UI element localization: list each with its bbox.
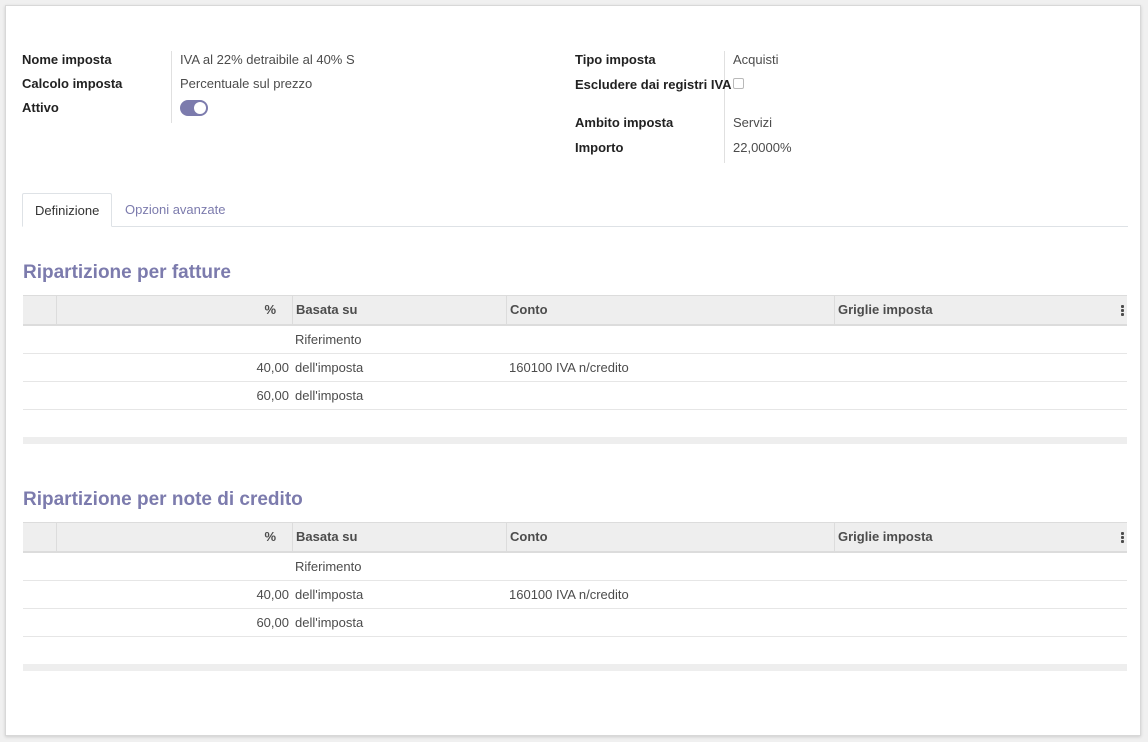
field-amount[interactable]: Importo 22,0000% xyxy=(575,139,792,163)
optional-columns-icon[interactable] xyxy=(1121,305,1124,317)
left-field-group: Nome imposta IVA al 22% detraibile al 40… xyxy=(22,51,355,123)
table-footer xyxy=(23,410,1127,444)
cell-percent xyxy=(57,326,289,353)
cell-based-on: dell'imposta xyxy=(295,388,364,403)
invoice-repartition-table: % Basata su Conto Griglie imposta Riferi… xyxy=(23,295,1127,444)
cell-based-on: dell'imposta xyxy=(295,587,364,602)
field-label: Ambito imposta xyxy=(575,115,674,130)
credit-note-repartition-table: % Basata su Conto Griglie imposta Riferi… xyxy=(23,522,1127,671)
exclude-checkbox[interactable] xyxy=(733,78,744,89)
table-row[interactable]: Riferimento xyxy=(23,326,1127,354)
tax-scope-value[interactable]: Servizi xyxy=(733,114,772,139)
notebook-tabs: Definizione Opzioni avanzate xyxy=(22,193,1128,227)
cell-percent xyxy=(57,553,289,580)
tax-computation-value[interactable]: Percentuale sul prezzo xyxy=(180,75,312,99)
tax-type-value[interactable]: Acquisti xyxy=(733,51,779,75)
field-active: Attivo xyxy=(22,99,355,123)
tax-name-value[interactable]: IVA al 22% detraibile al 40% S xyxy=(180,51,355,75)
header-based-on[interactable]: Basata su xyxy=(292,523,506,551)
header-based-on[interactable]: Basata su xyxy=(292,296,506,324)
cell-based-on: Riferimento xyxy=(295,559,362,574)
header-tax-grids[interactable]: Griglie imposta xyxy=(834,296,1127,324)
table-row[interactable]: 40,00 dell'imposta 160100 IVA n/credito xyxy=(23,354,1127,382)
table-row[interactable]: 60,00 dell'imposta xyxy=(23,609,1127,637)
active-toggle-wrap xyxy=(180,99,208,123)
table-row[interactable]: 40,00 dell'imposta 160100 IVA n/credito xyxy=(23,581,1127,609)
header-account[interactable]: Conto xyxy=(506,296,834,324)
field-label: Importo xyxy=(575,140,624,155)
cell-account: 160100 IVA n/credito xyxy=(509,587,629,602)
field-exclude-vat-registers: Escludere dai registri IVA xyxy=(575,75,792,114)
cell-account: 160100 IVA n/credito xyxy=(509,360,629,375)
field-label: Escludere dai registri IVA xyxy=(575,77,732,92)
active-toggle[interactable] xyxy=(180,100,208,116)
exclude-checkbox-wrap xyxy=(733,75,744,114)
header-handle-cell xyxy=(23,523,57,551)
section-title-credit-notes: Ripartizione per note di credito xyxy=(23,489,303,510)
table-row[interactable]: Riferimento xyxy=(23,553,1127,581)
cell-percent: 40,00 xyxy=(256,360,289,375)
field-tax-type[interactable]: Tipo imposta Acquisti xyxy=(575,51,792,75)
tab-definition[interactable]: Definizione xyxy=(22,193,112,227)
form-sheet: Nome imposta IVA al 22% detraibile al 40… xyxy=(5,5,1141,736)
header-percent[interactable]: % xyxy=(56,523,292,551)
field-tax-name[interactable]: Nome imposta IVA al 22% detraibile al 40… xyxy=(22,51,355,75)
right-field-group: Tipo imposta Acquisti Escludere dai regi… xyxy=(575,51,792,163)
amount-value[interactable]: 22,0000% xyxy=(733,139,792,163)
header-percent[interactable]: % xyxy=(56,296,292,324)
cell-percent: 60,00 xyxy=(256,388,289,403)
table-footer xyxy=(23,637,1127,671)
optional-columns-icon[interactable] xyxy=(1121,532,1124,544)
header-handle-cell xyxy=(23,296,57,324)
field-tax-computation[interactable]: Calcolo imposta Percentuale sul prezzo xyxy=(22,75,355,99)
cell-percent: 40,00 xyxy=(256,587,289,602)
table-row[interactable]: 60,00 dell'imposta xyxy=(23,382,1127,410)
cell-based-on: dell'imposta xyxy=(295,360,364,375)
cell-based-on: Riferimento xyxy=(295,332,362,347)
cell-percent: 60,00 xyxy=(256,615,289,630)
field-label: Nome imposta xyxy=(22,52,112,67)
cell-based-on: dell'imposta xyxy=(295,615,364,630)
header-tax-grids[interactable]: Griglie imposta xyxy=(834,523,1127,551)
field-label: Tipo imposta xyxy=(575,52,656,67)
field-label: Attivo xyxy=(22,100,59,115)
table-header: % Basata su Conto Griglie imposta xyxy=(23,295,1127,326)
toggle-knob xyxy=(194,102,206,114)
section-title-invoices: Ripartizione per fatture xyxy=(23,262,231,283)
table-header: % Basata su Conto Griglie imposta xyxy=(23,522,1127,553)
field-label: Calcolo imposta xyxy=(22,76,123,91)
field-tax-scope[interactable]: Ambito imposta Servizi xyxy=(575,114,792,139)
tab-advanced-options[interactable]: Opzioni avanzate xyxy=(113,193,237,226)
header-account[interactable]: Conto xyxy=(506,523,834,551)
